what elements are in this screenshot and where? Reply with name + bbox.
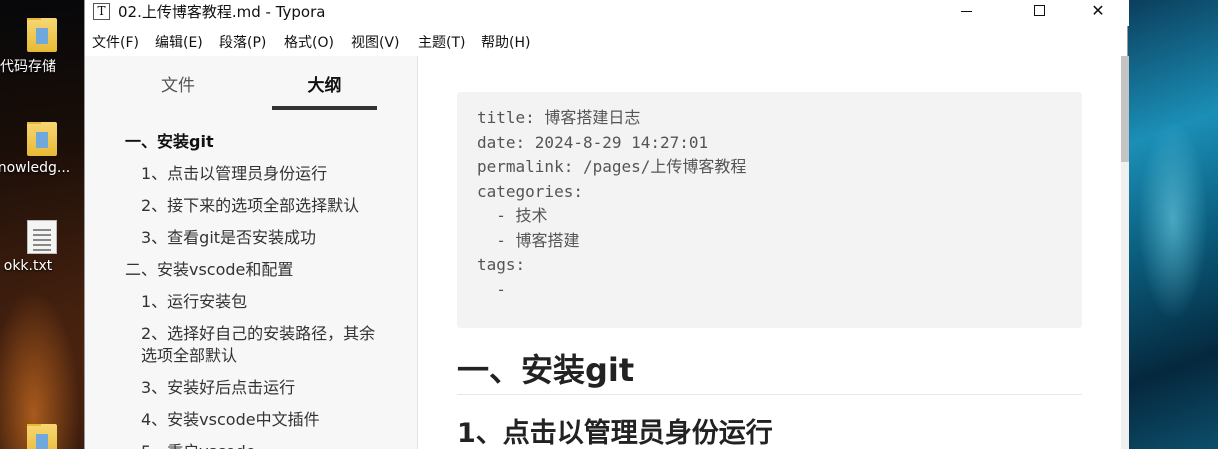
outline-item[interactable]: 2、选择好自己的安装路径，其余选项全部默认 (141, 323, 386, 367)
folder-icon (27, 424, 57, 449)
menu-help[interactable]: 帮助(H) (481, 33, 530, 53)
menu-paragraph[interactable]: 段落(P) (219, 33, 266, 53)
desktop-icon-folder-partial[interactable] (0, 424, 84, 449)
title-bar[interactable]: T 02.上传博客教程.md - Typora ✕ (85, 0, 1129, 26)
outline-item[interactable]: 1、点击以管理员身份运行 (141, 163, 401, 185)
outline-item[interactable]: 1、运行安装包 (141, 291, 401, 313)
sidebar: 文件 大纲 一、安装git 1、点击以管理员身份运行 2、接下来的选项全部选择默… (85, 56, 418, 449)
menu-format[interactable]: 格式(O) (284, 33, 334, 53)
maximize-icon (1034, 5, 1045, 16)
front-matter-line: categories: (477, 181, 583, 201)
scrollbar-thumb[interactable] (1121, 56, 1129, 162)
wallpaper-right (1128, 0, 1218, 449)
menu-view[interactable]: 视图(V) (351, 33, 400, 53)
editor-scrollbar[interactable] (1121, 56, 1129, 449)
menu-theme[interactable]: 主题(T) (418, 33, 465, 53)
desktop-icon-label: nowledg... (0, 160, 71, 176)
window-title: 02.上传博客教程.md - Typora (118, 3, 326, 21)
editor-pane[interactable]: title: 博客搭建日志 date: 2024-8-29 14:27:01 p… (419, 56, 1129, 449)
folder-icon (27, 18, 57, 52)
heading-2[interactable]: 1、点击以管理员身份运行 (457, 414, 1082, 449)
front-matter-line: permalink: /pages/上传博客教程 (477, 157, 747, 176)
minimize-icon (961, 11, 972, 12)
tab-files[interactable]: 文件 (125, 66, 231, 110)
desktop-icon-okk-txt[interactable]: okk.txt (0, 220, 84, 274)
front-matter-line: - 博客搭建 (477, 230, 580, 250)
front-matter-line: - 技术 (477, 206, 548, 225)
text-file-icon (27, 220, 57, 254)
front-matter-line: - (477, 279, 506, 299)
folder-icon (27, 122, 57, 156)
front-matter-block[interactable]: title: 博客搭建日志 date: 2024-8-29 14:27:01 p… (457, 92, 1082, 328)
desktop-icon-label: okk.txt (3, 258, 53, 274)
heading-1[interactable]: 一、安装git (457, 348, 1082, 395)
maximize-button[interactable] (1017, 0, 1063, 24)
menu-bar: 文件(F) 编辑(E) 段落(P) 格式(O) 视图(V) 主题(T) 帮助(H… (85, 30, 1129, 56)
close-button[interactable]: ✕ (1075, 0, 1121, 24)
front-matter-line: title: 博客搭建日志 (477, 108, 641, 127)
front-matter-line: tags: (477, 255, 526, 274)
close-icon: ✕ (1091, 1, 1105, 20)
front-matter-line: date: 2024-8-29 14:27:01 (477, 132, 709, 152)
menu-file[interactable]: 文件(F) (92, 33, 139, 53)
menu-edit[interactable]: 编辑(E) (155, 33, 203, 53)
outline-item[interactable]: 3、安装好后点击运行 (141, 377, 401, 399)
outline-item[interactable]: 4、安装vscode中文插件 (141, 409, 401, 431)
outline-item[interactable]: 一、安装git (125, 131, 385, 153)
outline-item[interactable]: 2、接下来的选项全部选择默认 (141, 195, 401, 217)
outline-item[interactable]: 3、查看git是否安装成功 (141, 227, 401, 249)
typora-logo-icon: T (93, 3, 110, 20)
desktop-icon-knowledge[interactable]: nowledg... (0, 122, 84, 176)
desktop-icon-code-storage[interactable]: 代码存储 (0, 18, 84, 76)
desktop-icon-label: 代码存储 (0, 59, 56, 75)
outline-item[interactable]: 5、重启vscode (141, 441, 401, 449)
outline-item[interactable]: 二、安装vscode和配置 (125, 259, 385, 281)
minimize-button[interactable] (945, 0, 991, 24)
tab-outline[interactable]: 大纲 (272, 66, 377, 110)
typora-window: T 02.上传博客教程.md - Typora ✕ 文件(F) 编辑(E) 段落… (84, 0, 1129, 449)
